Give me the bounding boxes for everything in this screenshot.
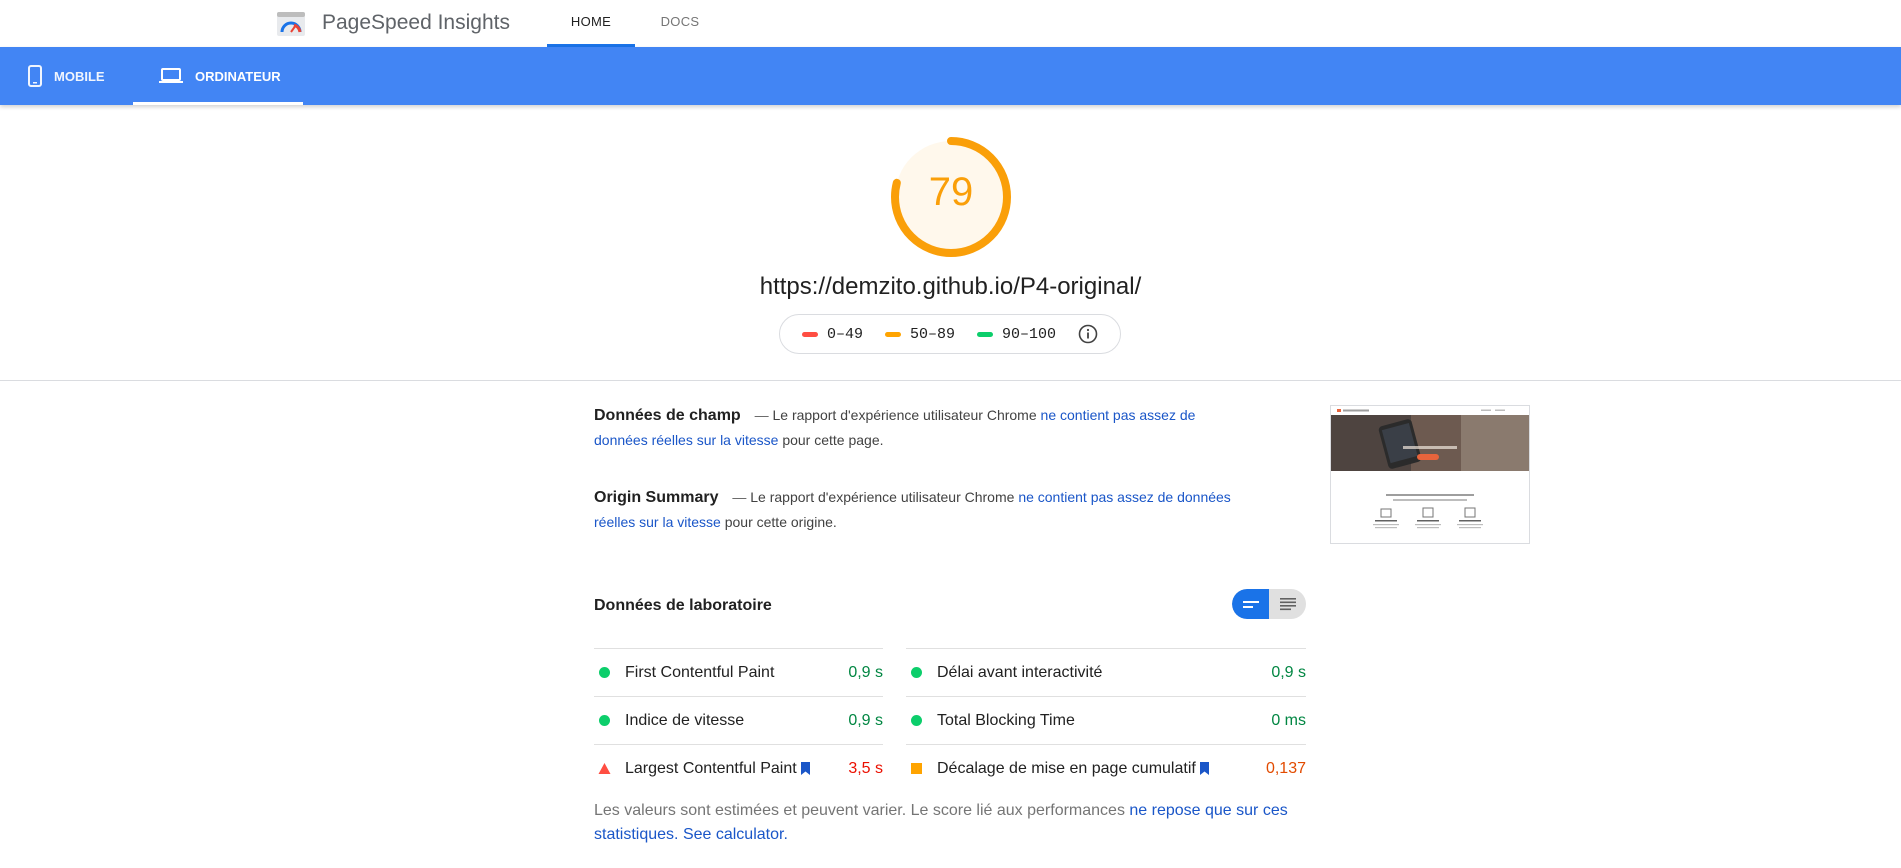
section-divider (0, 380, 1901, 381)
field-data-section: Données de champ — Le rapport d'expérien… (594, 403, 1244, 453)
pagespeed-logo-icon[interactable] (276, 9, 306, 39)
tab-mobile[interactable]: MOBILE (0, 47, 133, 105)
brand-title[interactable]: PageSpeed Insights (322, 10, 510, 36)
field-data-title: Données de champ (594, 407, 741, 424)
metric-row: Largest Contentful Paint 3,5 s (594, 744, 883, 792)
tab-desktop[interactable]: ORDINATEUR (133, 47, 303, 105)
fail-triangle-icon (598, 763, 611, 774)
metric-value: 0 ms (1271, 711, 1306, 729)
pass-dot-icon (599, 715, 610, 726)
legend-average-label: 50–89 (909, 325, 955, 343)
metric-row: Délai avant interactivité 0,9 s (906, 648, 1306, 696)
pass-dot-icon (911, 667, 922, 678)
nav-tab-home[interactable]: HOME (547, 0, 635, 47)
legend-average-swatch (884, 331, 901, 337)
origin-summary-text-after: pour cette origine. (724, 514, 837, 530)
tab-desktop-label: ORDINATEUR (195, 68, 281, 84)
score-legend: 0–49 50–89 90–100 (779, 314, 1121, 354)
metric-value: 3,5 s (848, 759, 883, 777)
phone-icon (28, 65, 42, 87)
legend-pass-label: 90–100 (1002, 325, 1057, 343)
nav-tab-docs[interactable]: DOCS (640, 0, 720, 47)
legend-item-pass: 90–100 (977, 326, 1056, 343)
device-tab-bar: MOBILE ORDINATEUR (0, 47, 1901, 105)
metric-label: Total Blocking Time (937, 711, 1075, 729)
average-square-icon (911, 763, 922, 774)
info-icon[interactable] (1078, 324, 1098, 344)
pass-dot-icon (911, 715, 922, 726)
metric-value: 0,9 s (1271, 663, 1306, 681)
metric-label: Indice de vitesse (625, 711, 745, 729)
metric-row: Indice de vitesse 0,9 s (594, 696, 883, 744)
field-data-dash: — (754, 407, 769, 423)
field-data-text: Le rapport d'expérience utilisateur Chro… (772, 407, 1037, 423)
metrics-column-right: Délai avant interactivité 0,9 s Total Bl… (906, 648, 1306, 792)
top-header: PageSpeed Insights HOME DOCS (0, 0, 1901, 47)
laptop-icon (159, 68, 183, 83)
legend-item-fail: 0–49 (801, 325, 863, 343)
analyzed-url: https://demzito.github.io/P4-original/ (759, 273, 1142, 300)
metric-value: 0,9 s (848, 663, 883, 681)
legend-fail-label: 0–49 (826, 325, 863, 343)
tab-mobile-label: MOBILE (54, 68, 105, 84)
lab-disclaimer: Les valeurs sont estimées et peuvent var… (594, 799, 1314, 847)
metric-value: 0,9 s (848, 711, 883, 729)
origin-summary-title: Origin Summary (594, 489, 719, 506)
short-lines-icon (1242, 601, 1259, 608)
bookmark-icon[interactable] (800, 762, 810, 775)
performance-score: 79 (928, 170, 974, 214)
screenshot-image (1331, 406, 1529, 529)
metric-row: Total Blocking Time 0 ms (906, 696, 1306, 744)
metric-row: First Contentful Paint 0,9 s (594, 648, 883, 696)
field-data-text-after: pour cette page. (782, 432, 884, 448)
metric-label: First Contentful Paint (625, 663, 775, 681)
long-lines-icon (1279, 598, 1296, 611)
metric-label: Largest Contentful Paint (625, 759, 797, 777)
metrics-view-toggle (1232, 589, 1306, 619)
origin-summary-text: Le rapport d'expérience utilisateur Chro… (750, 489, 1015, 505)
legend-item-average: 50–89 (884, 325, 955, 343)
metric-label: Délai avant interactivité (937, 663, 1103, 681)
lab-data-title: Données de laboratoire (594, 597, 772, 614)
metric-label: Décalage de mise en page cumulatif (937, 759, 1196, 777)
page-screenshot-thumbnail (1330, 405, 1530, 544)
metrics-column-left: First Contentful Paint 0,9 s Indice de v… (594, 648, 883, 792)
pass-dot-icon (599, 667, 610, 678)
origin-summary-section: Origin Summary — Le rapport d'expérience… (594, 485, 1244, 535)
compact-view-button[interactable] (1232, 589, 1269, 619)
bookmark-icon[interactable] (1199, 762, 1209, 775)
legend-fail-swatch (801, 331, 818, 337)
metric-row: Décalage de mise en page cumulatif 0,137 (906, 744, 1306, 792)
legend-pass-swatch (977, 331, 993, 337)
metric-value: 0,137 (1265, 759, 1306, 777)
origin-summary-dash: — (732, 489, 747, 505)
disclaimer-text: Les valeurs sont estimées et peuvent var… (594, 802, 1125, 819)
calculator-link[interactable]: See calculator. (683, 826, 788, 843)
expanded-view-button[interactable] (1269, 589, 1306, 619)
